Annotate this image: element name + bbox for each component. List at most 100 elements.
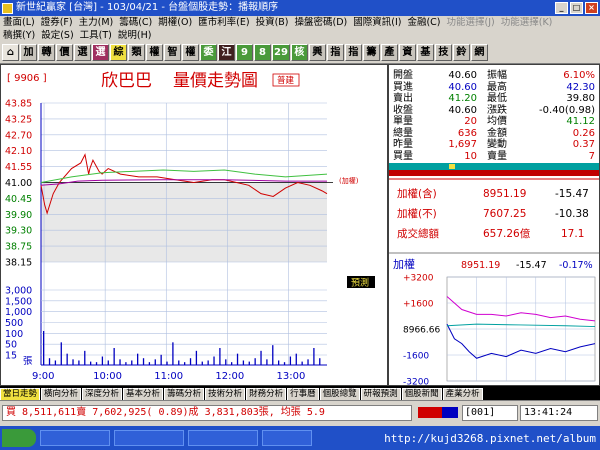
volume-bar (90, 361, 92, 365)
volume-bar (219, 348, 221, 365)
menu-item[interactable]: 籌碼(C) (119, 16, 152, 29)
quote-label: 昨量 (393, 139, 413, 150)
mini-label: 加權 (393, 258, 415, 271)
menu-item[interactable]: 操盤密碼(D) (295, 16, 348, 29)
menu-item[interactable]: 說明(H) (118, 29, 152, 42)
quote-row: 總量 636 金額 0.26 (393, 128, 599, 140)
menu-item[interactable]: 功能選擇(J) (447, 16, 495, 29)
stock-code-box[interactable]: [001] (462, 405, 518, 421)
home-icon[interactable]: ⌂ (2, 44, 19, 61)
maximize-button[interactable]: □ (570, 2, 583, 14)
quote-label: 開盤 (393, 70, 413, 81)
ref-label: (加權) (339, 176, 359, 185)
toolbar-button[interactable]: 選 (74, 44, 91, 61)
quote-value: 6.10% (563, 70, 595, 81)
toolbar-button[interactable]: 9 (236, 44, 253, 61)
volume-bar (236, 353, 239, 365)
toolbar-button[interactable]: 權 (146, 44, 163, 61)
taskbar-item-1[interactable] (40, 430, 110, 446)
menu-item[interactable]: 投資(B) (256, 16, 289, 29)
y-tick-label: 42.70 (5, 130, 32, 141)
stock-badge: 普建 (277, 75, 295, 86)
close-button[interactable]: × (585, 2, 598, 14)
volume-bar (160, 354, 162, 365)
menu-row-1: 畫面(L) 證券(F) 主力(M) 籌碼(C) 期權(O) 匯市利率(E) 投資(B) 操盤密… (0, 16, 600, 29)
menu-item[interactable]: 期權(O) (158, 16, 192, 29)
menu-item[interactable]: 主力(M) (79, 16, 114, 29)
analysis-tab[interactable]: 基本分析 (123, 388, 164, 400)
menu-item[interactable]: 匯市利率(E) (198, 16, 249, 29)
menu-item[interactable]: 國際資訊(I) (353, 16, 401, 29)
analysis-tab[interactable]: 研報預測 (360, 388, 401, 400)
analysis-tab[interactable]: 個股總覽 (319, 388, 360, 400)
toolbar-button[interactable]: 資 (398, 44, 416, 61)
menu-item[interactable]: 畫面(L) (3, 16, 35, 29)
status-bar: 買 8,511,611賣 7,602,925( 0.89)成 3,831,803… (0, 400, 600, 426)
analysis-tab[interactable]: 產業分析 (442, 388, 483, 400)
volume-bar (137, 353, 139, 365)
menu-item[interactable]: 功能選擇(K) (501, 16, 553, 29)
volume-bar (231, 362, 233, 365)
quote-label: 賣出 (393, 93, 413, 104)
toolbar-button[interactable]: 指 (326, 44, 344, 61)
toolbar-button[interactable]: 綜 (110, 44, 127, 61)
quote-label: 收盤 (393, 104, 413, 116)
toolbar-button[interactable]: 價 (56, 44, 73, 61)
toolbar-button[interactable]: 類 (128, 44, 145, 61)
toolbar-button[interactable]: 產 (380, 44, 398, 61)
toolbar-button[interactable]: 委 (200, 44, 217, 61)
toolbar-button[interactable]: 籌 (362, 44, 380, 61)
volume-bar (266, 359, 268, 365)
quote-label: 變動 (487, 139, 507, 150)
quote-label: 買量 (393, 150, 413, 162)
toolbar-button[interactable]: 智 (164, 44, 181, 61)
menu-item[interactable]: 證券(F) (41, 16, 73, 29)
start-button[interactable] (2, 429, 36, 447)
volume-bar (289, 356, 292, 365)
toolbar-button[interactable]: 核 (290, 44, 308, 61)
quote-value: 40.60 (448, 104, 477, 116)
toolbar-button[interactable]: 轉 (38, 44, 55, 61)
toolbar-button[interactable]: 基 (416, 44, 434, 61)
predict-label: 預測 (351, 277, 369, 289)
taskbar-item-4[interactable] (262, 430, 312, 446)
price-volume-chart[interactable]: 3,000 1,500 1,000 500 100 50 15 張 43.85 43.25 42.… (0, 64, 388, 386)
minimize-button[interactable]: _ (555, 2, 568, 14)
taskbar-item-2[interactable] (114, 430, 184, 446)
menu-item[interactable]: 工具(T) (80, 29, 112, 42)
analysis-tab[interactable]: 財務分析 (246, 388, 287, 400)
mini-tick-label: +3200 (403, 274, 434, 284)
toolbar-button[interactable]: 29 (272, 44, 290, 61)
volume-bar (78, 360, 80, 365)
analysis-tab[interactable]: 行事曆 (287, 388, 319, 400)
menu-item[interactable]: 金融(C) (407, 16, 440, 29)
toolbar-button[interactable]: 指 (344, 44, 362, 61)
toolbar-button[interactable]: 技 (434, 44, 452, 61)
analysis-tab[interactable]: 籌碼分析 (164, 388, 205, 400)
analysis-tab[interactable]: 深度分析 (82, 388, 123, 400)
menu-item[interactable]: 稿撰(Y) (3, 29, 35, 42)
analysis-tab[interactable]: 個股新聞 (401, 388, 442, 400)
y-tick-label: 41.00 (5, 178, 32, 189)
toolbar-button[interactable]: 鈴 (452, 44, 470, 61)
quote-row: 收盤 40.60 漲跌 -0.40(0.98) (393, 105, 599, 117)
menu-item[interactable]: 設定(S) (41, 29, 73, 42)
toolbar-button[interactable]: 8 (254, 44, 271, 61)
analysis-tab[interactable]: 當日走勢 (0, 388, 41, 400)
volume-bar (319, 358, 321, 365)
vol-tick-label: 500 (5, 318, 23, 329)
toolbar-button[interactable]: 加 (20, 44, 37, 61)
toolbar-button[interactable]: 網 (470, 44, 488, 61)
toolbar-button[interactable]: 選 (92, 44, 109, 61)
analysis-tab[interactable]: 技術分析 (205, 388, 246, 400)
toolbar-button[interactable]: 權 (182, 44, 199, 61)
vol-tick-label: 1,000 (5, 307, 32, 318)
toolbar-button[interactable]: 江 (218, 44, 235, 61)
quote-label: 最高 (487, 81, 507, 93)
taskbar-item-3[interactable] (188, 430, 258, 446)
toolbar-button[interactable]: 興 (308, 44, 326, 61)
quote-value: 39.80 (566, 93, 595, 104)
volume-bar (272, 345, 274, 365)
analysis-tab[interactable]: 橫向分析 (41, 388, 82, 400)
clock: 13:41:24 (520, 405, 598, 421)
